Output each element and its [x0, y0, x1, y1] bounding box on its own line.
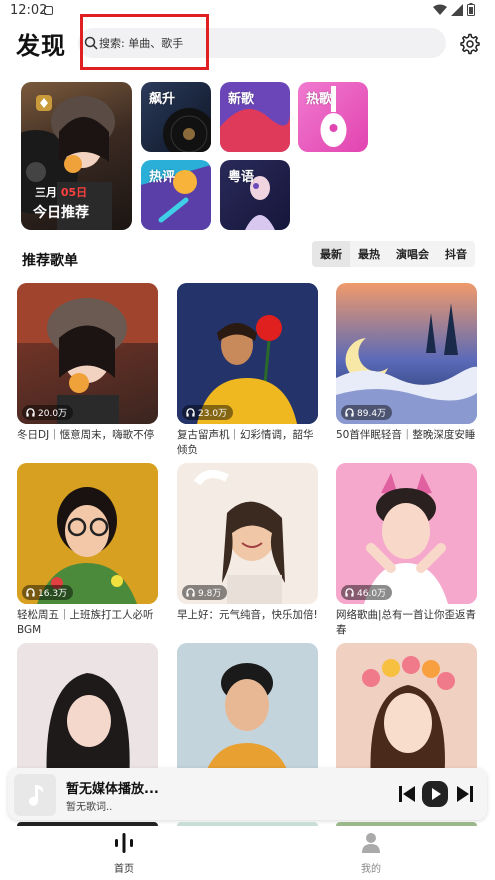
status-time: 12:02 [10, 3, 48, 18]
play-count: 9.8万 [198, 589, 222, 599]
girl-portrait-image [17, 283, 158, 424]
playlist-cover [17, 643, 158, 784]
now-playing-title: 暂无媒体播放... [66, 782, 159, 797]
playlist-title: 轻松周五｜上班族打工人必听BGM [17, 609, 154, 636]
play-count: 16.3万 [38, 589, 68, 599]
play-count-badge: 9.8万 [182, 585, 228, 600]
girl-flower-crown-image [336, 643, 477, 784]
status-icons [433, 3, 475, 16]
playlist-cover: 20.0万 [17, 283, 158, 424]
playlist-cover: 16.3万 [17, 463, 158, 604]
play-count: 89.4万 [357, 409, 387, 419]
play-count-badge: 89.4万 [341, 405, 393, 420]
now-playing-lyric: 暂无歌词.. [66, 802, 113, 813]
section-title-playlists: 推荐歌单 [22, 253, 78, 269]
waveform-icon [115, 833, 133, 853]
girl-with-glasses-image [17, 463, 158, 604]
tile-hot-songs[interactable]: 热歌 [298, 82, 368, 152]
mini-player[interactable]: 暂无媒体播放... 暂无歌词.. [8, 768, 487, 820]
previous-track-icon[interactable] [396, 783, 418, 805]
tile-label: 热歌 [306, 92, 333, 107]
playlist-title: 复古留声机｜幻彩情调，韶华倾负 [177, 429, 314, 456]
playlist-cover [336, 643, 477, 784]
tile-label: 飙升 [149, 92, 176, 107]
header: 发现 搜索: 单曲、歌手 [0, 22, 495, 66]
nav-item-mine[interactable]: 我的 [341, 832, 401, 875]
man-with-rose-image [177, 283, 318, 424]
girl-dark-hair-image [17, 643, 158, 784]
signal-icon [451, 3, 463, 16]
boy-cat-ears-image [336, 463, 477, 604]
play-button[interactable] [422, 781, 448, 807]
headphones-icon [186, 588, 195, 597]
tile-cantonese[interactable]: 粤语 [220, 160, 290, 230]
playlist-cover: 89.4万 [336, 283, 477, 424]
tab-douyin[interactable]: 抖音 [437, 241, 475, 267]
play-count-badge: 20.0万 [22, 405, 74, 420]
tab-concert[interactable]: 演唱会 [388, 241, 437, 267]
daily-month: 三月 [35, 186, 57, 199]
tile-label: 热评 [149, 170, 176, 185]
playlist-cover: 23.0万 [177, 283, 318, 424]
daily-day: 05日 [60, 186, 88, 199]
tile-hot-comments[interactable]: 热评 [141, 160, 211, 230]
headphones-icon [26, 408, 35, 417]
tab-latest[interactable]: 最新 [312, 241, 350, 267]
nav-label: 我的 [361, 864, 381, 875]
tile-label: 新歌 [228, 92, 255, 107]
daily-badge-icon [36, 95, 52, 111]
play-count-badge: 16.3万 [22, 585, 74, 600]
playlist-title: 网络歌曲|总有一首让你歪返青春 [336, 609, 477, 636]
play-count: 23.0万 [198, 409, 228, 419]
man-portrait-image [177, 643, 318, 784]
headphones-icon [26, 588, 35, 597]
settings-gear-icon[interactable] [458, 32, 482, 56]
person-icon [362, 833, 380, 853]
girl-smiling-image [177, 463, 318, 604]
annotation-highlight-box [80, 14, 209, 70]
music-note-icon [29, 785, 44, 806]
playlist-tabs: 最新 最热 演唱会 抖音 [312, 241, 475, 267]
playlist-title: 冬日DJ｜惬意周末，嗨歌不停 [17, 429, 155, 441]
play-count: 46.0万 [357, 589, 387, 599]
playlist-cover: 46.0万 [336, 463, 477, 604]
bottom-nav: 首页 我的 [0, 826, 495, 880]
next-track-icon[interactable] [454, 783, 476, 805]
headphones-icon [345, 408, 354, 417]
daily-label: 今日推荐 [33, 205, 89, 221]
battery-icon [467, 3, 475, 16]
play-count: 20.0万 [38, 409, 68, 419]
tile-new-songs[interactable]: 新歌 [220, 82, 290, 152]
status-bar: 12:02 [0, 0, 495, 22]
daily-date: 三月 05日 [35, 184, 87, 200]
tile-soaring-chart[interactable]: 飙升 [141, 82, 211, 152]
notification-icon [44, 6, 53, 15]
playlist-title: 早上好：元气纯音，快乐加倍! [177, 609, 318, 621]
tile-daily-recommend[interactable]: 三月 05日 今日推荐 [21, 82, 132, 230]
moon-night-image [336, 303, 477, 424]
headphones-icon [345, 588, 354, 597]
nav-label: 首页 [114, 864, 134, 875]
play-count-badge: 46.0万 [341, 585, 393, 600]
tab-hottest[interactable]: 最热 [350, 241, 388, 267]
album-art-placeholder [14, 774, 56, 816]
playlist-title: 50首伴眠轻音｜整晚深度安睡 [336, 429, 476, 441]
tile-label: 粤语 [228, 170, 255, 185]
page-title: 发现 [16, 32, 66, 60]
playlist-cover [177, 643, 318, 784]
playlist-cover: 9.8万 [177, 463, 318, 604]
play-count-badge: 23.0万 [182, 405, 234, 420]
headphones-icon [186, 408, 195, 417]
nav-item-home[interactable]: 首页 [94, 832, 154, 875]
wifi-icon [433, 4, 447, 15]
